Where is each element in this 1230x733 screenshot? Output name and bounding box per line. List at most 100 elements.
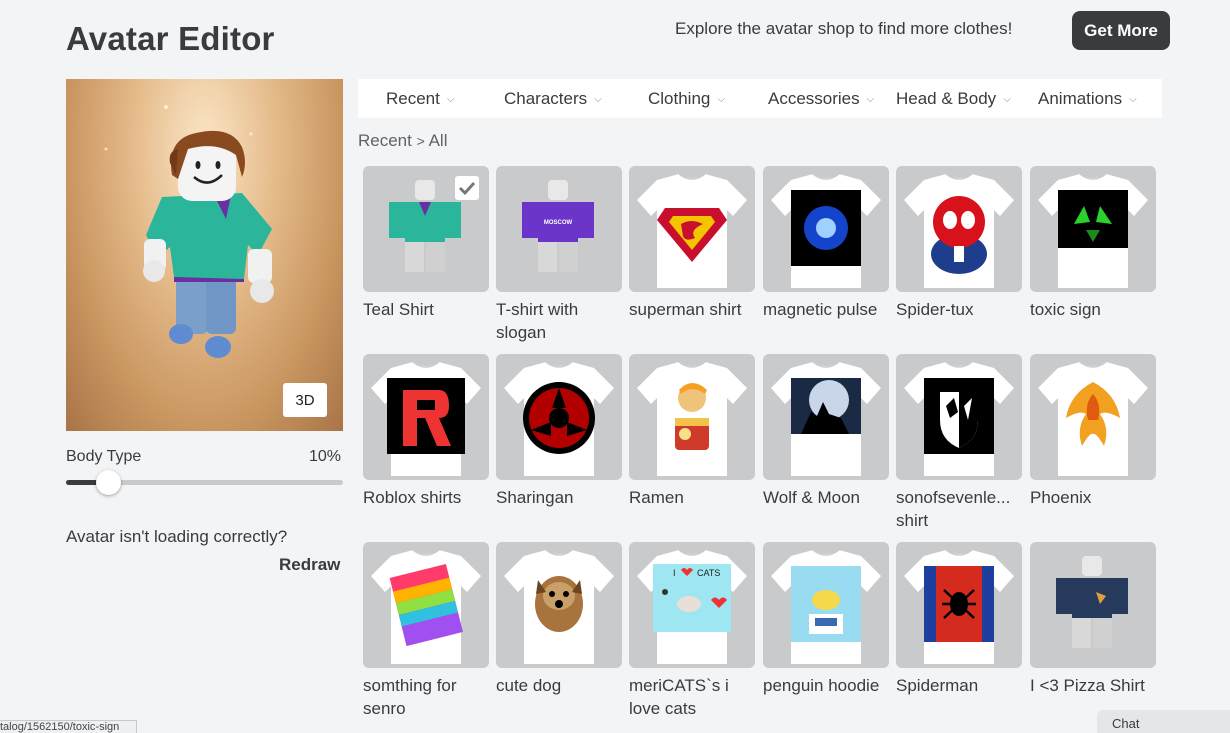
item-art	[504, 549, 614, 664]
tab-recent[interactable]: Recent ⌵	[386, 89, 454, 109]
item-card[interactable]: Spider-tux	[896, 166, 1022, 321]
tab-clothing[interactable]: Clothing ⌵	[648, 89, 725, 109]
item-name[interactable]: superman shirt	[629, 298, 757, 321]
chevron-down-icon: ⌵	[1003, 93, 1011, 105]
item-art	[771, 173, 881, 288]
breadcrumb-separator: >	[416, 133, 425, 149]
item-art	[904, 361, 1014, 476]
tab-head-body[interactable]: Head & Body ⌵	[896, 89, 1011, 109]
item-card[interactable]: somthing for senro	[363, 542, 489, 720]
item-thumbnail[interactable]	[1030, 166, 1156, 292]
item-thumbnail[interactable]	[363, 354, 489, 480]
item-card[interactable]: penguin hoodie	[763, 542, 889, 697]
item-thumbnail[interactable]	[763, 354, 889, 480]
loading-help-text: Avatar isn't loading correctly?	[66, 527, 288, 546]
item-name[interactable]: T-shirt with slogan	[496, 298, 624, 344]
item-name[interactable]: penguin hoodie	[763, 674, 891, 697]
item-card[interactable]: Sharingan	[496, 354, 622, 509]
item-thumbnail[interactable]	[763, 166, 889, 292]
item-card[interactable]: Phoenix	[1030, 354, 1156, 509]
item-art	[371, 549, 481, 664]
item-art	[771, 361, 881, 476]
item-card[interactable]: cute dog	[496, 542, 622, 697]
body-type-slider[interactable]	[66, 470, 343, 495]
item-thumbnail[interactable]	[896, 542, 1022, 668]
category-tabs: Recent ⌵ Characters ⌵ Clothing ⌵ Accessorie…	[358, 79, 1162, 118]
chevron-down-icon: ⌵	[594, 93, 602, 105]
chevron-down-icon: ⌵	[446, 93, 455, 105]
body-type-value: 10%	[309, 448, 342, 465]
item-art	[1056, 556, 1128, 648]
item-thumbnail[interactable]	[629, 166, 755, 292]
get-more-button[interactable]: Get More	[1072, 11, 1170, 50]
item-card[interactable]: Ramen	[629, 354, 755, 509]
item-thumbnail[interactable]	[629, 354, 755, 480]
tab-animations[interactable]: Animations ⌵	[1038, 89, 1137, 109]
item-art: I CATS	[637, 549, 747, 664]
svg-text:I: I	[673, 568, 676, 578]
status-url: talog/1562150/toxic-sign	[0, 720, 137, 733]
item-name[interactable]: Teal Shirt	[363, 298, 491, 321]
item-card[interactable]: superman shirt	[629, 166, 755, 321]
checkmark-icon	[455, 176, 479, 200]
item-name[interactable]: magnetic pulse	[763, 298, 891, 321]
item-name[interactable]: I <3 Pizza Shirt	[1030, 674, 1158, 697]
item-card[interactable]: toxic sign	[1030, 166, 1156, 321]
view-3d-button[interactable]: 3D	[283, 383, 327, 417]
tab-accessories[interactable]: Accessories ⌵	[768, 89, 874, 109]
item-thumbnail[interactable]	[1030, 354, 1156, 480]
item-name[interactable]: Roblox shirts	[363, 486, 491, 509]
item-name[interactable]: sonofsevenle... shirt	[896, 486, 1024, 532]
item-thumbnail[interactable]	[896, 166, 1022, 292]
item-art	[771, 549, 881, 664]
item-name[interactable]: toxic sign	[1030, 298, 1158, 321]
item-name[interactable]: Spiderman	[896, 674, 1024, 697]
item-name[interactable]: Spider-tux	[896, 298, 1024, 321]
item-thumbnail[interactable]	[363, 166, 489, 292]
breadcrumb-current: All	[428, 131, 448, 150]
item-name[interactable]: Phoenix	[1030, 486, 1158, 509]
item-name[interactable]: Wolf & Moon	[763, 486, 891, 509]
breadcrumb-parent[interactable]: Recent	[358, 131, 412, 150]
item-thumbnail[interactable]	[1030, 542, 1156, 668]
chat-button[interactable]: Chat	[1097, 710, 1230, 733]
item-art	[504, 361, 614, 476]
redraw-link[interactable]: Redraw	[279, 555, 340, 575]
item-card[interactable]: Teal Shirt	[363, 166, 489, 321]
item-card[interactable]: MOSCOW T-shirt with slogan	[496, 166, 622, 344]
item-card[interactable]: magnetic pulse	[763, 166, 889, 321]
item-name[interactable]: meriCATS`s i love cats	[629, 674, 757, 720]
slider-thumb[interactable]	[95, 470, 121, 495]
item-thumbnail[interactable]: I CATS	[629, 542, 755, 668]
item-name[interactable]: cute dog	[496, 674, 624, 697]
item-thumbnail[interactable]: MOSCOW	[496, 166, 622, 292]
item-card[interactable]: sonofsevenle... shirt	[896, 354, 1022, 532]
item-art: MOSCOW	[522, 180, 594, 272]
item-card[interactable]: Wolf & Moon	[763, 354, 889, 509]
item-thumbnail[interactable]	[496, 542, 622, 668]
chevron-down-icon: ⌵	[866, 93, 875, 105]
item-card[interactable]: I CATS meriCATS`s i love cats	[629, 542, 755, 720]
svg-text:CATS: CATS	[697, 568, 720, 578]
item-name[interactable]: Ramen	[629, 486, 757, 509]
item-card[interactable]: Spiderman	[896, 542, 1022, 697]
item-card[interactable]: Roblox shirts	[363, 354, 489, 509]
item-thumbnail[interactable]	[496, 354, 622, 480]
svg-text:MOSCOW: MOSCOW	[544, 220, 573, 226]
item-thumbnail[interactable]	[763, 542, 889, 668]
item-thumbnail[interactable]	[363, 542, 489, 668]
item-thumbnail[interactable]	[896, 354, 1022, 480]
body-type-label: Body Type	[66, 448, 142, 465]
item-card[interactable]: I <3 Pizza Shirt	[1030, 542, 1156, 697]
breadcrumb: Recent > All	[358, 131, 448, 151]
tab-characters[interactable]: Characters ⌵	[504, 89, 602, 109]
item-art	[1038, 173, 1148, 288]
item-name[interactable]: Sharingan	[496, 486, 624, 509]
item-art	[1038, 361, 1148, 476]
item-name[interactable]: somthing for senro	[363, 674, 491, 720]
avatar-figure	[104, 105, 274, 358]
item-art	[904, 173, 1014, 288]
avatar-preview[interactable]: 3D	[66, 79, 343, 431]
item-art	[637, 361, 747, 476]
chevron-down-icon: ⌵	[717, 93, 725, 105]
